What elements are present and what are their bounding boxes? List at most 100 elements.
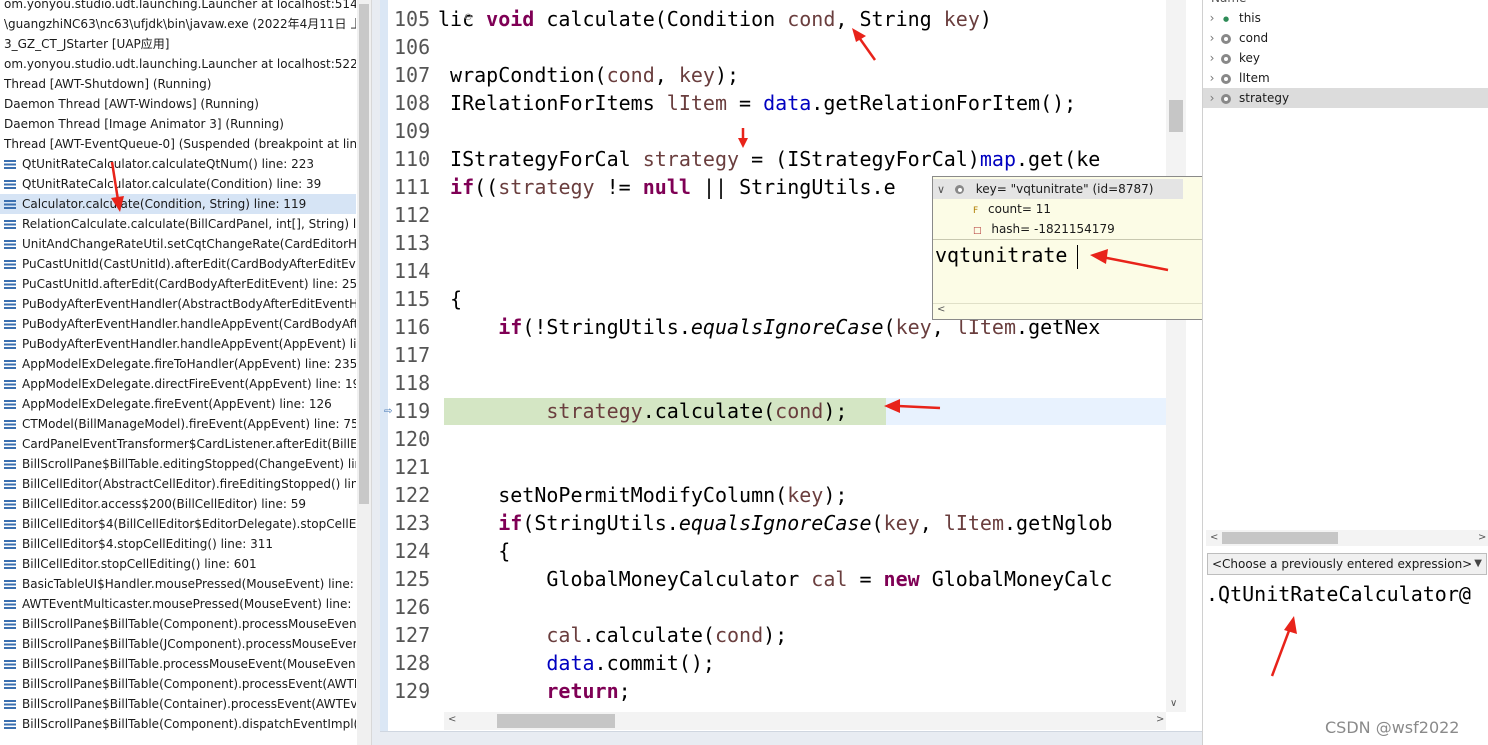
debug-target[interactable]: Thread [AWT-Shutdown] (Running) <box>0 74 356 94</box>
variable-name: strategy <box>1239 91 1290 105</box>
scroll-left-icon[interactable]: < <box>1210 532 1218 543</box>
expand-chevron-icon[interactable]: › <box>1203 28 1221 48</box>
stack-frame[interactable]: PuCastUnitId.afterEdit(CardBodyAfterEdit… <box>0 274 356 294</box>
code-line[interactable]: 110 IStrategyForCal strategy = (IStrateg… <box>394 145 1166 173</box>
code-token: IRelationForItems <box>438 91 667 115</box>
stack-frame[interactable]: QtUnitRateCalculator.calculate(Condition… <box>0 174 356 194</box>
variable-row[interactable]: › lItem <box>1203 68 1488 88</box>
stack-frame[interactable]: BillScrollPane$BillTable.processMouseEve… <box>0 654 356 674</box>
debug-scroll-thumb[interactable] <box>359 4 369 504</box>
expand-chevron-icon[interactable]: › <box>1203 88 1221 108</box>
hover-value-text[interactable]: vqtunitrate <box>935 243 1067 267</box>
stack-frame[interactable]: AWTEventMulticaster.mousePressed(MouseEv… <box>0 594 356 614</box>
expression-detail-text[interactable]: .QtUnitRateCalculator@ <box>1206 582 1488 606</box>
dropdown-arrow-icon[interactable]: ▼ <box>1474 554 1482 574</box>
variable-row[interactable]: › key <box>1203 48 1488 68</box>
stack-frame[interactable]: PuBodyAfterEventHandler(AbstractBodyAfte… <box>0 294 356 314</box>
stack-frame[interactable]: PuCastUnitId(CastUnitId).afterEdit(CardB… <box>0 254 356 274</box>
stack-frame[interactable]: AppModelExDelegate.fireEvent(AppEvent) l… <box>0 394 356 414</box>
stack-frame[interactable]: BillScrollPane$BillTable(Component).proc… <box>0 674 356 694</box>
variables-hscroll-thumb[interactable] <box>1222 532 1338 544</box>
stack-frame[interactable]: RelationCalculate.calculate(BillCardPane… <box>0 214 356 234</box>
code-line[interactable]: 128 data.commit(); <box>394 649 1166 677</box>
expand-chevron-icon[interactable]: ∨ <box>937 183 945 196</box>
variable-name: lItem <box>1239 71 1270 85</box>
stack-frame-label: BasicTableUI$Handler.mousePressed(MouseE… <box>22 577 356 591</box>
debug-target[interactable]: Daemon Thread [AWT-Windows] (Running) <box>0 94 356 114</box>
expand-chevron-icon[interactable]: › <box>1203 68 1221 88</box>
hover-root-row[interactable]: ∨ key= "vqtunitrate" (id=8787) <box>937 179 1153 199</box>
code-line[interactable]: 107 wrapCondtion(cond, key); <box>394 61 1166 89</box>
stack-frame[interactable]: UnitAndChangeRateUtil.setCqtChangeRate(C… <box>0 234 356 254</box>
code-line[interactable]: 123 if(StringUtils.equalsIgnoreCase(key,… <box>394 509 1166 537</box>
debug-target[interactable]: om.yonyou.studio.udt.launching.Launcher … <box>0 0 356 14</box>
code-token: lItem <box>666 91 727 115</box>
code-line[interactable]: 121 <box>394 453 1166 481</box>
code-token: equalsIgnoreCase <box>690 315 884 339</box>
scroll-right-icon[interactable]: > <box>1156 714 1164 725</box>
code-editor[interactable]: 105 lic void calculate(Condition cond, St… <box>372 0 1202 745</box>
variable-row[interactable]: › cond <box>1203 28 1488 48</box>
code-token: .commit(); <box>594 651 715 675</box>
code-line[interactable]: 117 <box>394 341 1166 369</box>
stack-frame[interactable]: BillScrollPane$BillTable(Component).proc… <box>0 614 356 634</box>
stack-frame[interactable]: Calculator.calculate(Condition, String) … <box>0 194 356 214</box>
stack-frame[interactable]: AppModelExDelegate.fireToHandler(AppEven… <box>0 354 356 374</box>
scroll-down-icon[interactable]: ∨ <box>1170 698 1177 709</box>
debug-target[interactable]: Thread [AWT-EventQueue-0] (Suspended (br… <box>0 134 356 154</box>
code-line[interactable]: 122 setNoPermitModifyColumn(key); <box>394 481 1166 509</box>
variables-name-header[interactable]: Name <box>1203 0 1488 8</box>
expand-chevron-icon[interactable]: › <box>1203 8 1221 28</box>
stack-frame[interactable]: CTModel(BillManageModel).fireEvent(AppEv… <box>0 414 356 434</box>
stack-frame[interactable]: BillScrollPane$BillTable(Container).proc… <box>0 694 356 714</box>
code-token: ; <box>618 679 631 703</box>
stack-frame[interactable]: AppModelExDelegate.directFireEvent(AppEv… <box>0 374 356 394</box>
stack-frame[interactable]: BillScrollPane$BillTable(Component).disp… <box>0 714 356 734</box>
code-line[interactable]: 105 lic void calculate(Condition cond, St… <box>394 5 1166 33</box>
expand-chevron-icon[interactable]: › <box>1203 48 1221 68</box>
code-line[interactable]: 125 GlobalMoneyCalculator cal = new Glob… <box>394 565 1166 593</box>
stack-frame[interactable]: BillCellEditor$4(BillCellEditor$EditorDe… <box>0 514 356 534</box>
stack-frame[interactable]: PuBodyAfterEventHandler.handleAppEvent(C… <box>0 314 356 334</box>
code-line[interactable]: 126 <box>394 593 1166 621</box>
stack-frame[interactable]: BillCellEditor.stopCellEditing() line: 6… <box>0 554 356 574</box>
hover-child-count[interactable]: F count= 11 <box>973 199 1051 219</box>
editor-left-ruler <box>372 0 380 745</box>
debug-target[interactable]: om.yonyou.studio.udt.launching.Launcher … <box>0 54 356 74</box>
editor-hscroll-thumb[interactable] <box>497 714 615 728</box>
stack-frame[interactable]: BillScrollPane$BillTable(JComponent).pro… <box>0 634 356 654</box>
stack-frame[interactable]: BillCellEditor.access$200(BillCellEditor… <box>0 494 356 514</box>
code-line[interactable]: 120 <box>394 425 1166 453</box>
expression-history-combo[interactable]: <Choose a previously entered expression>… <box>1207 553 1487 575</box>
variable-row[interactable]: › strategy <box>1203 88 1488 108</box>
scroll-right-icon[interactable]: > <box>1478 532 1486 543</box>
stack-frame[interactable]: BillCellEditor$4.stopCellEditing() line:… <box>0 534 356 554</box>
stack-frame[interactable]: BillScrollPane$BillTable.editingStopped(… <box>0 454 356 474</box>
stack-frame[interactable]: BasicTableUI$Handler.mousePressed(MouseE… <box>0 574 356 594</box>
code-line[interactable]: 124 { <box>394 537 1166 565</box>
scroll-left-icon[interactable]: < <box>448 714 456 725</box>
line-number: 120 <box>394 427 431 451</box>
variable-row[interactable]: › ● this <box>1203 8 1488 28</box>
code-line[interactable]: 108 IRelationForItems lItem = data.getRe… <box>394 89 1166 117</box>
code-line[interactable]: 127 cal.calculate(cond); <box>394 621 1166 649</box>
code-line[interactable]: 109 <box>394 117 1166 145</box>
code-line[interactable]: 118 <box>394 369 1166 397</box>
scroll-left-icon[interactable]: < <box>937 304 945 315</box>
debug-target[interactable]: \guangzhiNC63\nc63\ufjdk\bin\javaw.exe (… <box>0 14 356 34</box>
editor-vscroll-thumb[interactable] <box>1169 100 1183 132</box>
stack-frame[interactable]: BillCellEditor(AbstractCellEditor).fireE… <box>0 474 356 494</box>
code-line[interactable]: 106 <box>394 33 1166 61</box>
stack-frame[interactable]: CardPanelEventTransformer$CardListener.a… <box>0 434 356 454</box>
hover-child-hash[interactable]: □ hash= -1821154179 <box>973 219 1115 239</box>
debug-target[interactable]: Daemon Thread [Image Animator 3] (Runnin… <box>0 114 356 134</box>
fold-collapse-icon[interactable]: ⊖ <box>464 12 472 23</box>
stack-frame[interactable]: PuBodyAfterEventHandler.handleAppEvent(A… <box>0 334 356 354</box>
code-line[interactable]: 119 strategy.calculate(cond); <box>394 397 1166 425</box>
debug-target[interactable]: 3_GZ_CT_JStarter [UAP应用] <box>0 34 356 54</box>
code-line[interactable]: 129 return; <box>394 677 1166 705</box>
code-token: ); <box>763 623 788 647</box>
this-icon: ● <box>1222 14 1230 23</box>
stack-frame[interactable]: QtUnitRateCalculator.calculateQtNum() li… <box>0 154 356 174</box>
